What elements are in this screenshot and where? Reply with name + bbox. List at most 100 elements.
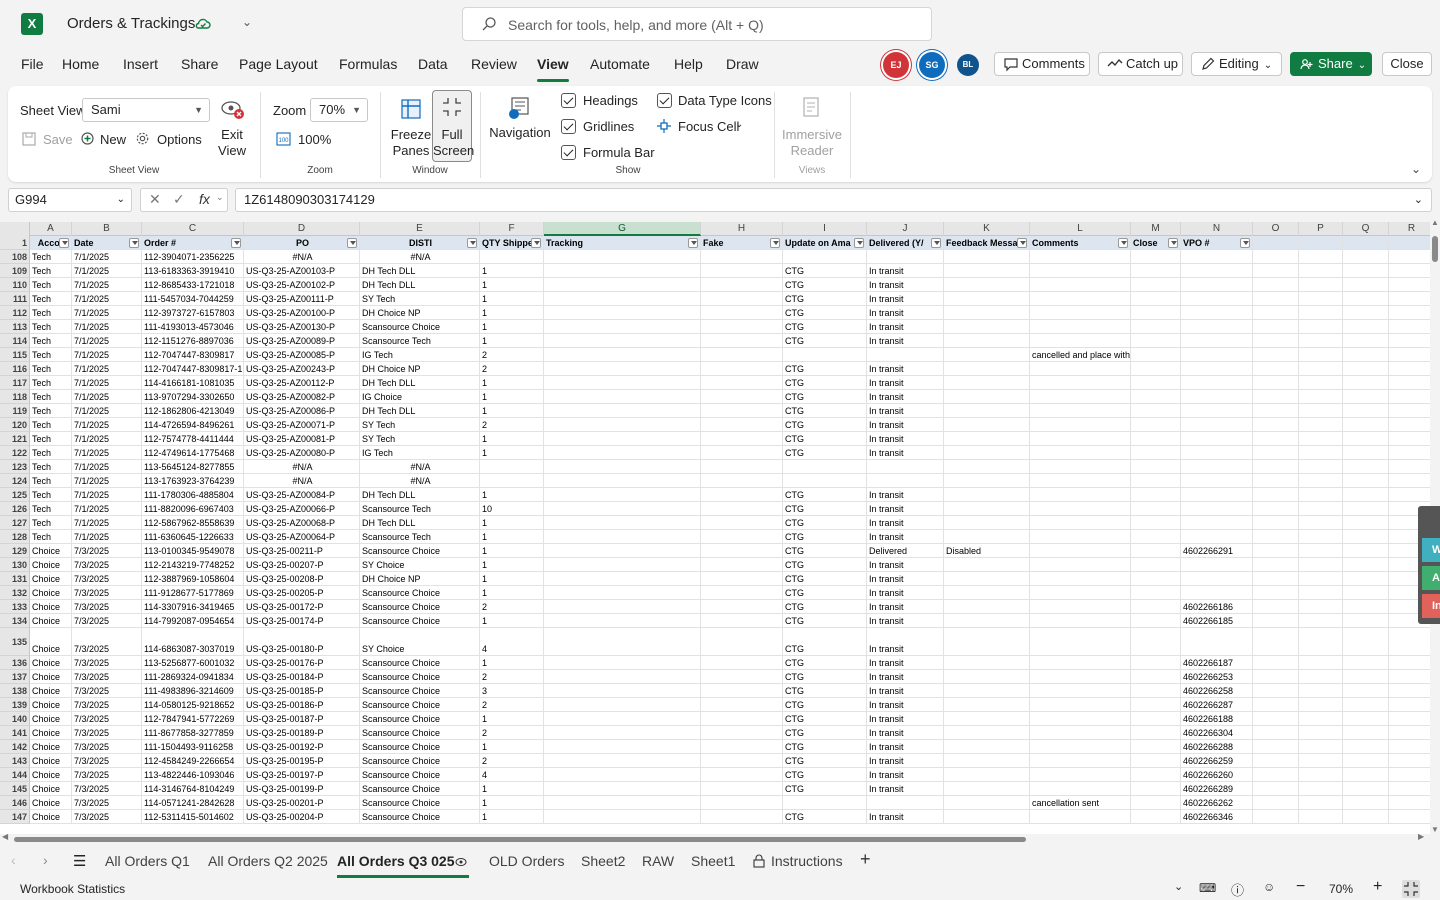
table-cell[interactable] — [1030, 614, 1131, 628]
table-cell[interactable] — [1181, 558, 1253, 572]
table-cell[interactable]: 114-0571241-2842628 — [142, 796, 244, 810]
focus-cell-button[interactable]: Focus Cell — [678, 119, 739, 134]
table-cell[interactable] — [1299, 614, 1343, 628]
avatar-ej[interactable]: EJ — [883, 52, 909, 78]
table-cell[interactable] — [783, 796, 867, 810]
table-cell[interactable] — [701, 614, 783, 628]
exit-full-screen-icon[interactable] — [1402, 880, 1420, 898]
table-cell[interactable] — [1299, 684, 1343, 698]
table-cell[interactable] — [701, 460, 783, 474]
table-cell[interactable] — [944, 754, 1030, 768]
filter-dropdown-icon[interactable] — [1118, 238, 1128, 248]
table-cell[interactable]: CTG — [783, 488, 867, 502]
column-title-cell[interactable]: DISTI — [360, 236, 480, 250]
row-number[interactable]: 127 — [0, 516, 30, 530]
table-cell[interactable] — [1131, 376, 1181, 390]
table-cell[interactable] — [1181, 348, 1253, 362]
table-cell[interactable] — [701, 474, 783, 488]
table-cell[interactable]: Scansource Choice — [360, 600, 480, 614]
name-box[interactable]: G994 ⌄ — [8, 188, 132, 212]
table-cell[interactable] — [544, 726, 701, 740]
table-cell[interactable] — [1299, 488, 1343, 502]
table-cell[interactable] — [544, 488, 701, 502]
table-cell[interactable]: Scansource Choice — [360, 726, 480, 740]
table-cell[interactable] — [1389, 292, 1430, 306]
zoom-100-button[interactable]: 100% — [298, 132, 331, 147]
table-cell[interactable] — [544, 446, 701, 460]
table-cell[interactable] — [1253, 726, 1299, 740]
add-sheet-icon[interactable]: + — [860, 849, 871, 870]
table-cell[interactable] — [701, 264, 783, 278]
table-cell[interactable] — [1253, 474, 1299, 488]
table-cell[interactable]: 7/1/2025 — [72, 474, 142, 488]
table-cell[interactable]: 4 — [480, 628, 544, 656]
filter-dropdown-icon[interactable] — [1240, 238, 1250, 248]
sheet-tab-all-orders-q1[interactable]: All Orders Q1 — [105, 853, 190, 869]
table-cell[interactable] — [1389, 264, 1430, 278]
table-cell[interactable]: US-Q3-25-00208-P — [244, 572, 360, 586]
table-cell[interactable]: DH Tech DLL — [360, 264, 480, 278]
table-cell[interactable]: 1 — [480, 446, 544, 460]
table-cell[interactable] — [1181, 502, 1253, 516]
table-cell[interactable]: Tech — [30, 530, 72, 544]
table-cell[interactable]: 1 — [480, 614, 544, 628]
table-cell[interactable] — [701, 488, 783, 502]
row-number[interactable]: 140 — [0, 712, 30, 726]
table-cell[interactable] — [544, 670, 701, 684]
table-cell[interactable]: 4602266187 — [1181, 656, 1253, 670]
column-header-b[interactable]: B — [72, 222, 142, 236]
table-cell[interactable]: 1 — [480, 796, 544, 810]
table-cell[interactable]: 2 — [480, 754, 544, 768]
table-cell[interactable] — [1030, 782, 1131, 796]
keyboard-icon[interactable]: ⌨ — [1199, 881, 1216, 895]
table-cell[interactable] — [1389, 446, 1430, 460]
table-cell[interactable] — [544, 614, 701, 628]
table-cell[interactable] — [867, 474, 944, 488]
table-cell[interactable] — [1131, 544, 1181, 558]
table-cell[interactable]: US-Q3-25-AZ00130-P — [244, 320, 360, 334]
table-cell[interactable] — [1253, 404, 1299, 418]
table-cell[interactable]: 111-4193013-4573046 — [142, 320, 244, 334]
table-cell[interactable]: US-Q3-25-00176-P — [244, 656, 360, 670]
table-cell[interactable] — [944, 670, 1030, 684]
table-cell[interactable] — [1299, 782, 1343, 796]
row-number[interactable]: 118 — [0, 390, 30, 404]
table-cell[interactable]: 114-7992087-0954654 — [142, 614, 244, 628]
table-cell[interactable] — [1299, 404, 1343, 418]
table-cell[interactable]: US-Q3-25-AZ00080-P — [244, 446, 360, 460]
table-cell[interactable] — [701, 530, 783, 544]
table-cell[interactable] — [1343, 264, 1389, 278]
table-cell[interactable]: In transit — [867, 418, 944, 432]
table-cell[interactable] — [544, 292, 701, 306]
table-cell[interactable] — [1299, 558, 1343, 572]
table-cell[interactable] — [544, 656, 701, 670]
table-cell[interactable]: 114-6863087-3037019 — [142, 628, 244, 656]
table-cell[interactable]: 7/3/2025 — [72, 586, 142, 600]
sheet-tab-sheet2[interactable]: Sheet2 — [581, 853, 625, 869]
table-cell[interactable]: SY Tech — [360, 292, 480, 306]
table-cell[interactable] — [701, 656, 783, 670]
table-cell[interactable] — [944, 404, 1030, 418]
options-button[interactable]: Options — [157, 132, 202, 147]
table-cell[interactable]: In transit — [867, 768, 944, 782]
table-cell[interactable] — [1299, 796, 1343, 810]
table-cell[interactable] — [1389, 488, 1430, 502]
table-cell[interactable]: 7/1/2025 — [72, 390, 142, 404]
table-cell[interactable]: In transit — [867, 334, 944, 348]
table-cell[interactable] — [1253, 376, 1299, 390]
table-cell[interactable]: US-Q3-25-00192-P — [244, 740, 360, 754]
table-cell[interactable] — [1030, 488, 1131, 502]
table-cell[interactable]: CTG — [783, 698, 867, 712]
table-cell[interactable]: 2 — [480, 698, 544, 712]
table-cell[interactable] — [1299, 278, 1343, 292]
table-cell[interactable] — [1181, 390, 1253, 404]
table-cell[interactable] — [1253, 684, 1299, 698]
table-cell[interactable] — [1299, 348, 1343, 362]
row-number[interactable]: 123 — [0, 460, 30, 474]
table-cell[interactable] — [544, 460, 701, 474]
table-cell[interactable]: 1 — [480, 390, 544, 404]
table-cell[interactable]: 1 — [480, 306, 544, 320]
table-cell[interactable]: CTG — [783, 684, 867, 698]
table-cell[interactable]: Choice — [30, 726, 72, 740]
table-cell[interactable] — [1131, 320, 1181, 334]
